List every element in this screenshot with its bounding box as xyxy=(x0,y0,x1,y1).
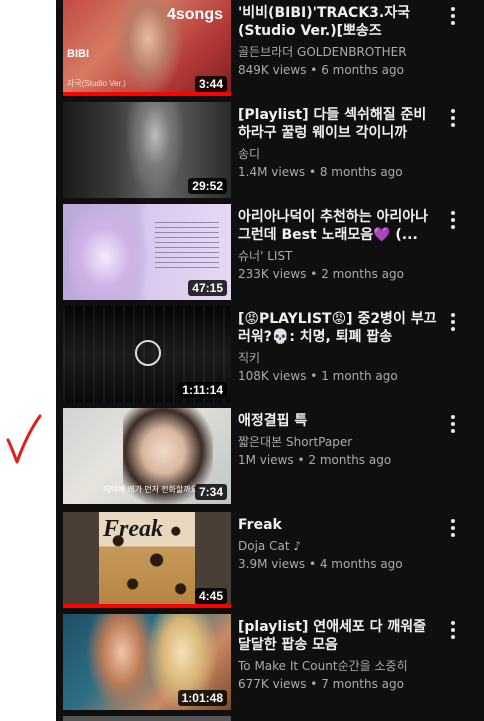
watch-progress-bar xyxy=(63,92,231,96)
view-count: 3.9M views xyxy=(238,557,306,571)
video-stats: 1.4M views • 8 months ago xyxy=(238,165,403,179)
video-item[interactable]: 29:52 [Playlist] 다들 섹쉬해질 준비하라구 꿀렁 웨이브 각이… xyxy=(63,102,473,202)
video-item[interactable]: Freak 4:45 Freak Doja Cat ♪ 3.9M views •… xyxy=(63,512,473,612)
video-title[interactable]: 아리아나덕이 추천하는 아리아나 그런데 Best 노래모음💜 (... xyxy=(238,208,438,244)
watch-progress-bar xyxy=(63,604,231,608)
view-count: 1M views xyxy=(238,453,294,467)
view-count: 108K views xyxy=(238,369,307,383)
video-meta: [😡PLAYLIST😡] 중2병이 부끄러워?💀: 치명, 퇴폐 팝송 (23.… xyxy=(238,310,438,384)
duration-badge: 1:01:48 xyxy=(177,690,227,706)
video-title[interactable]: [playlist] 연애세포 다 깨워줄 달달한 팝송 모음 xyxy=(238,618,438,654)
video-meta: '비비(BIBI)'TRACK3.자국(Studio Ver.)[뽀송즈_4so… xyxy=(238,4,438,78)
thumbnail-ring-shape xyxy=(135,340,161,366)
thumbnail-logo-text: 4songs xyxy=(166,6,223,23)
video-item[interactable]: 저택에 왜가 먼저 전화할까요? 7:34 애정결핍 특 짧은대본 ShortP… xyxy=(63,408,473,508)
video-thumbnail[interactable]: 4songs BIBI 자국(Studio Ver.) 3:44 xyxy=(63,0,231,96)
thumbnail-title-text: Freak xyxy=(103,516,163,542)
duration-badge: 1:11:14 xyxy=(178,382,227,398)
view-count: 1.4M views xyxy=(238,165,306,179)
video-meta: Freak Doja Cat ♪ 3.9M views • 4 months a… xyxy=(238,516,438,572)
next-video-thumbnail-partial[interactable] xyxy=(63,716,231,721)
video-stats: 233K views • 2 months ago xyxy=(238,267,404,281)
video-stats: 849K views • 6 months ago xyxy=(238,63,404,77)
upload-age: 7 months ago xyxy=(321,677,404,691)
more-vert-icon[interactable] xyxy=(447,4,459,28)
video-stats: 3.9M views • 4 months ago xyxy=(238,557,403,571)
duration-badge: 7:34 xyxy=(194,484,227,500)
more-vert-icon[interactable] xyxy=(447,412,459,436)
upload-age: 2 months ago xyxy=(308,453,392,467)
video-meta: 애정결핍 특 짧은대본 ShortPaper 1M views • 2 mont… xyxy=(238,412,438,468)
view-count: 677K views xyxy=(238,677,307,691)
channel-name[interactable]: 직키 xyxy=(238,350,438,366)
more-vert-icon[interactable] xyxy=(447,208,459,232)
duration-badge: 3:44 xyxy=(194,76,227,92)
video-thumbnail[interactable]: 29:52 xyxy=(63,102,231,198)
more-vert-icon[interactable] xyxy=(447,310,459,334)
thumbnail-subtitle-text: 자국(Studio Ver.) xyxy=(67,79,126,88)
view-count: 849K views xyxy=(238,63,307,77)
duration-badge: 47:15 xyxy=(188,280,227,296)
view-count: 233K views xyxy=(238,267,307,281)
video-stats: 108K views • 1 month ago xyxy=(238,369,398,383)
channel-name[interactable]: 골든브라더 GOLDENBROTHER xyxy=(238,44,438,60)
video-meta: [Playlist] 다들 섹쉬해질 준비하라구 꿀렁 웨이브 각이니까 송디 … xyxy=(238,106,438,180)
video-thumbnail[interactable]: 저택에 왜가 먼저 전화할까요? 7:34 xyxy=(63,408,231,504)
video-thumbnail[interactable]: 1:11:14 xyxy=(63,306,231,402)
video-stats: 677K views • 7 months ago xyxy=(238,677,404,691)
video-title[interactable]: '비비(BIBI)'TRACK3.자국(Studio Ver.)[뽀송즈_4so… xyxy=(238,4,438,40)
channel-name[interactable]: Doja Cat ♪ xyxy=(238,538,438,554)
video-meta: 아리아나덕이 추천하는 아리아나 그런데 Best 노래모음💜 (... 슈너'… xyxy=(238,208,438,282)
video-item[interactable]: 1:11:14 [😡PLAYLIST😡] 중2병이 부끄러워?💀: 치명, 퇴폐… xyxy=(63,306,473,406)
video-item[interactable]: 4songs BIBI 자국(Studio Ver.) 3:44 '비비(BIB… xyxy=(63,0,473,100)
video-title[interactable]: [Playlist] 다들 섹쉬해질 준비하라구 꿀렁 웨이브 각이니까 xyxy=(238,106,438,142)
thumbnail-subtitle-text: 저택에 왜가 먼저 전화할까요? xyxy=(103,485,203,494)
upload-age: 4 months ago xyxy=(319,557,403,571)
video-thumbnail[interactable]: 47:15 xyxy=(63,204,231,300)
more-vert-icon[interactable] xyxy=(447,516,459,540)
upload-age: 8 months ago xyxy=(319,165,403,179)
channel-name[interactable]: To Make It Count순간을 소중히 xyxy=(238,658,438,674)
video-stats: 1M views • 2 months ago xyxy=(238,453,392,467)
video-item[interactable]: 47:15 아리아나덕이 추천하는 아리아나 그런데 Best 노래모음💜 (.… xyxy=(63,204,473,304)
channel-name[interactable]: 짧은대본 ShortPaper xyxy=(238,434,438,450)
duration-badge: 29:52 xyxy=(188,178,227,194)
thumbnail-artist-text: BIBI xyxy=(67,48,89,60)
video-title[interactable]: 애정결핍 특 xyxy=(238,412,438,430)
more-vert-icon[interactable] xyxy=(447,618,459,642)
video-item[interactable]: 1:01:48 [playlist] 연애세포 다 깨워줄 달달한 팝송 모음 … xyxy=(63,614,473,714)
video-thumbnail[interactable]: Freak 4:45 xyxy=(63,512,231,608)
upload-age: 2 months ago xyxy=(321,267,404,281)
video-thumbnail[interactable]: 1:01:48 xyxy=(63,614,231,710)
video-title[interactable]: Freak xyxy=(238,516,438,534)
more-vert-icon[interactable] xyxy=(447,106,459,130)
upload-age: 1 month ago xyxy=(321,369,398,383)
channel-name[interactable]: 송디 xyxy=(238,146,438,162)
channel-name[interactable]: 슈너' LIST xyxy=(238,248,438,264)
handwritten-checkmark xyxy=(6,414,42,464)
upload-age: 6 months ago xyxy=(321,63,404,77)
duration-badge: 4:45 xyxy=(194,588,227,604)
video-title[interactable]: [😡PLAYLIST😡] 중2병이 부끄러워?💀: 치명, 퇴폐 팝송 (23.… xyxy=(238,310,438,346)
video-meta: [playlist] 연애세포 다 깨워줄 달달한 팝송 모음 To Make … xyxy=(238,618,438,692)
